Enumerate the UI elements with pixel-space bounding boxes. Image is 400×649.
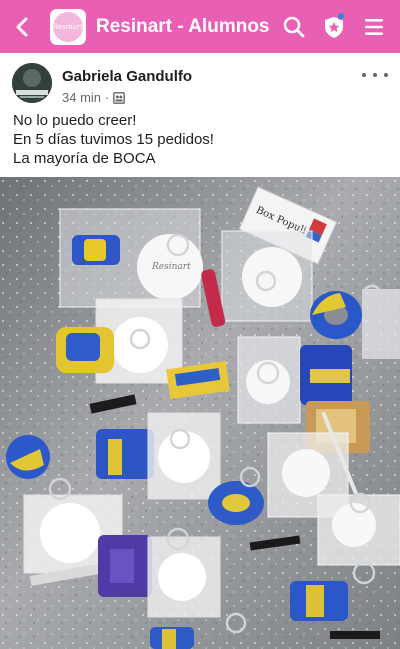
more-dots-icon	[362, 73, 366, 77]
author-name[interactable]: Gabriela Gandulfo	[62, 68, 192, 85]
post-text-line: En 5 días tuvimos 15 pedidos!	[13, 131, 214, 148]
menu-icon	[365, 18, 383, 35]
meta-separator: ·	[105, 90, 110, 105]
back-button[interactable]	[0, 0, 44, 53]
notification-dot	[337, 12, 345, 20]
group-audience-icon	[113, 91, 126, 104]
post-header: Gabriela Gandulfo 34 min ·	[0, 53, 400, 111]
post-text: No lo puedo creer! En 5 días tuvimos 15 …	[13, 111, 393, 168]
photo-keychains-image: Box Populi Resinart	[0, 177, 400, 649]
post-options-button[interactable]	[362, 65, 388, 85]
post-photo[interactable]: Box Populi Resinart	[0, 177, 400, 649]
menu-button[interactable]	[354, 0, 394, 53]
post-time[interactable]: 34 min	[62, 90, 101, 105]
back-arrow-icon	[16, 17, 28, 36]
badges-button[interactable]	[314, 0, 354, 53]
post-meta: 34 min ·	[62, 90, 126, 105]
keychain-bag: Resinart	[59, 208, 203, 308]
author-avatar[interactable]	[12, 63, 52, 103]
group-logo[interactable]: Resinart	[50, 8, 86, 45]
card-script-text: Resinart	[151, 262, 191, 272]
group-top-bar: Resinart Resinart - Alumnos	[0, 0, 400, 53]
post-text-line: La mayoría de BOCA	[13, 150, 156, 167]
group-title[interactable]: Resinart - Alumnos	[96, 16, 274, 38]
post-text-line: No lo puedo creer!	[13, 112, 137, 129]
group-logo-text: Resinart	[52, 22, 84, 31]
search-icon	[283, 16, 305, 37]
search-button[interactable]	[274, 0, 314, 53]
